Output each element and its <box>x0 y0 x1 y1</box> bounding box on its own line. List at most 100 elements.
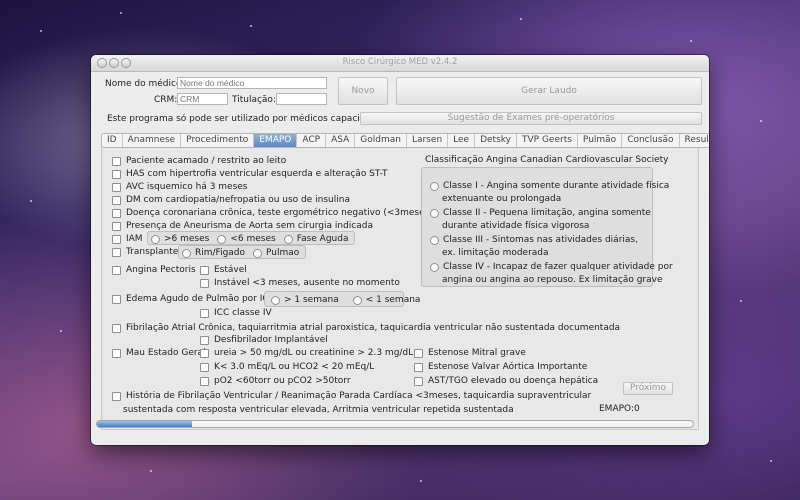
tab-bar: ID Anamnese Procedimento EMAPO ACP ASA G… <box>101 133 709 148</box>
item-avc[interactable]: AVC isquemico há 3 meses <box>112 182 248 192</box>
ccs-classe-iv-detail: angina ou angina ao repouso. Ex limitaçã… <box>442 275 663 285</box>
tab-tvp-geerts[interactable]: TVP Geerts <box>517 134 578 147</box>
checkbox[interactable] <box>112 195 121 205</box>
radio-rim-figado[interactable]: Rim/Figado <box>182 248 245 258</box>
checkbox[interactable] <box>112 247 121 257</box>
medico-input[interactable] <box>177 77 327 89</box>
tab-pulmao[interactable]: Pulmão <box>578 134 623 147</box>
radio-pulmao[interactable]: Pulmao <box>253 248 299 258</box>
crm-label: CRM: <box>154 95 178 105</box>
item-po2[interactable]: pO2 <60torr ou pCO2 >50torr <box>200 376 351 386</box>
checkbox[interactable] <box>112 265 121 275</box>
medico-label: Nome do médico: <box>105 79 185 89</box>
edema-radio-group: > 1 semana < 1 semana <box>264 291 420 307</box>
item-icc-classe-iv[interactable]: ICC classe IV <box>200 308 272 318</box>
tab-acp[interactable]: ACP <box>297 134 327 147</box>
checkbox[interactable] <box>200 265 209 275</box>
item-estenose-aortica[interactable]: Estenose Valvar Aórtica Importante <box>414 362 587 372</box>
item-ureia[interactable]: ureia > 50 mg/dL ou creatinine > 2.3 mg/… <box>200 348 413 358</box>
titulacao-input[interactable] <box>276 93 327 105</box>
checkbox[interactable] <box>200 376 209 386</box>
item-fibrilacao[interactable]: Fibrilação Atrial Crônica, taquiarritmia… <box>112 323 620 333</box>
item-angina[interactable]: Angina Pectoris <box>112 265 196 275</box>
transplante-radio-group: Rim/Figado Pulmao <box>178 245 306 259</box>
radio-lt-1-semana[interactable]: < 1 semana <box>352 295 420 305</box>
item-acamado[interactable]: Paciente acamado / restrito ao leito <box>112 156 286 166</box>
progress-bar <box>96 420 694 428</box>
titulacao-label: Titulação: <box>232 95 276 105</box>
notice-text: Este programa só pode ser utilizado por … <box>107 114 388 124</box>
item-angina-instavel[interactable]: Instável <3 meses, ausente no momento <box>200 278 400 288</box>
tab-resultado[interactable]: Resultado <box>680 134 709 147</box>
tab-procedimento[interactable]: Procedimento <box>181 134 255 147</box>
item-mau-estado[interactable]: Mau Estado Geral <box>112 348 206 358</box>
checkbox[interactable] <box>112 234 121 244</box>
checkbox[interactable] <box>414 348 423 358</box>
checkbox[interactable] <box>200 278 209 288</box>
checkbox[interactable] <box>112 169 121 179</box>
item-edema[interactable]: Edema Agudo de Pulmão por ICC <box>112 294 275 304</box>
title-bar[interactable]: Risco Cirúrgico MED v2.4.2 <box>91 55 709 72</box>
historia-fv-continuation: sustentada com resposta ventricular elev… <box>123 405 514 415</box>
checkbox[interactable] <box>414 362 423 372</box>
checkbox[interactable] <box>112 156 121 166</box>
tab-emapo[interactable]: EMAPO <box>254 134 298 147</box>
tab-anamnese[interactable]: Anamnese <box>123 134 182 147</box>
emapo-panel: Paciente acamado / restrito ao leito HAS… <box>101 141 699 430</box>
tab-id[interactable]: ID <box>102 134 123 147</box>
crm-input[interactable] <box>177 93 228 105</box>
item-dm[interactable]: DM com cardiopatia/nefropatia ou uso de … <box>112 195 350 205</box>
item-potassio[interactable]: K< 3.0 mEq/L ou HCO2 < 20 mEq/L <box>200 362 374 372</box>
iam-radio-group: >6 meses <6 meses Fase Aguda <box>147 231 355 245</box>
proximo-button[interactable]: Próximo <box>623 382 673 395</box>
item-aneurisma[interactable]: Presença de Aneurisma de Aorta sem cirur… <box>112 221 373 231</box>
novo-button[interactable]: Novo <box>338 77 388 105</box>
checkbox[interactable] <box>112 221 121 231</box>
tab-asa[interactable]: ASA <box>326 134 356 147</box>
tab-detsky[interactable]: Detsky <box>475 134 517 147</box>
ccs-title: Classificação Angina Canadian Cardiovasc… <box>425 155 669 165</box>
item-coronariana[interactable]: Doença coronariana crônica, teste ergomé… <box>112 208 433 218</box>
item-transplante[interactable]: Transplante <box>112 247 178 257</box>
window-title: Risco Cirúrgico MED v2.4.2 <box>342 57 458 67</box>
checkbox[interactable] <box>112 294 121 304</box>
checkbox[interactable] <box>112 208 121 218</box>
ccs-classe-i[interactable]: Classe I - Angina somente durante ativid… <box>430 181 669 191</box>
ccs-classe-iii-detail: ex. limitação moderada <box>442 248 549 258</box>
item-iam[interactable]: IAM <box>112 234 143 244</box>
checkbox[interactable] <box>200 362 209 372</box>
radio-iam-fase-aguda[interactable]: Fase Aguda <box>283 234 348 244</box>
sugestao-exames-button[interactable]: Sugestão de Exames pré-operatórios <box>360 112 702 125</box>
tab-lee[interactable]: Lee <box>448 134 476 147</box>
checkbox[interactable] <box>414 376 423 386</box>
progress-fill <box>97 421 193 427</box>
item-estenose-mitral[interactable]: Estenose Mitral grave <box>414 348 526 358</box>
radio-gt-1-semana[interactable]: > 1 semana <box>271 295 339 305</box>
checkbox[interactable] <box>200 308 209 318</box>
item-historia-fv[interactable]: História de Fibrilação Ventricular / Rea… <box>112 391 591 401</box>
ccs-classe-iii[interactable]: Classe III - Sintomas nas atividades diá… <box>430 235 638 245</box>
checkbox[interactable] <box>200 348 209 358</box>
checkbox[interactable] <box>112 323 121 333</box>
tab-larsen[interactable]: Larsen <box>407 134 449 147</box>
checkbox[interactable] <box>112 348 121 358</box>
checkbox[interactable] <box>112 391 121 401</box>
ccs-classe-ii-detail: durante atividade física vigorosa <box>442 221 590 231</box>
emapo-score-label: EMAPO: <box>599 404 634 414</box>
gerar-laudo-button[interactable]: Gerar Laudo <box>396 77 702 105</box>
item-angina-estavel[interactable]: Estável <box>200 265 247 275</box>
ccs-classe-i-detail: extenuante ou prolongada <box>442 194 562 204</box>
app-window: Risco Cirúrgico MED v2.4.2 Nome do médic… <box>91 55 709 445</box>
emapo-score-value: 0 <box>634 404 640 414</box>
radio-iam-lt6-meses[interactable]: <6 meses <box>217 234 276 244</box>
item-ast-tgo[interactable]: AST/TGO elevado ou doença hepática <box>414 376 598 386</box>
item-desfibrilador[interactable]: Desfibrilador Implantável <box>200 335 328 345</box>
item-has[interactable]: HAS com hipertrofia ventricular esquerda… <box>112 169 387 179</box>
ccs-classe-ii[interactable]: Classe II - Pequena limitação, angina so… <box>430 208 651 218</box>
checkbox[interactable] <box>112 182 121 192</box>
tab-goldman[interactable]: Goldman <box>355 134 407 147</box>
tab-conclusao[interactable]: Conclusão <box>622 134 680 147</box>
radio-iam-6-meses[interactable]: >6 meses <box>151 234 209 244</box>
checkbox[interactable] <box>200 335 209 345</box>
ccs-classe-iv[interactable]: Classe IV - Incapaz de fazer qualquer at… <box>430 262 673 272</box>
